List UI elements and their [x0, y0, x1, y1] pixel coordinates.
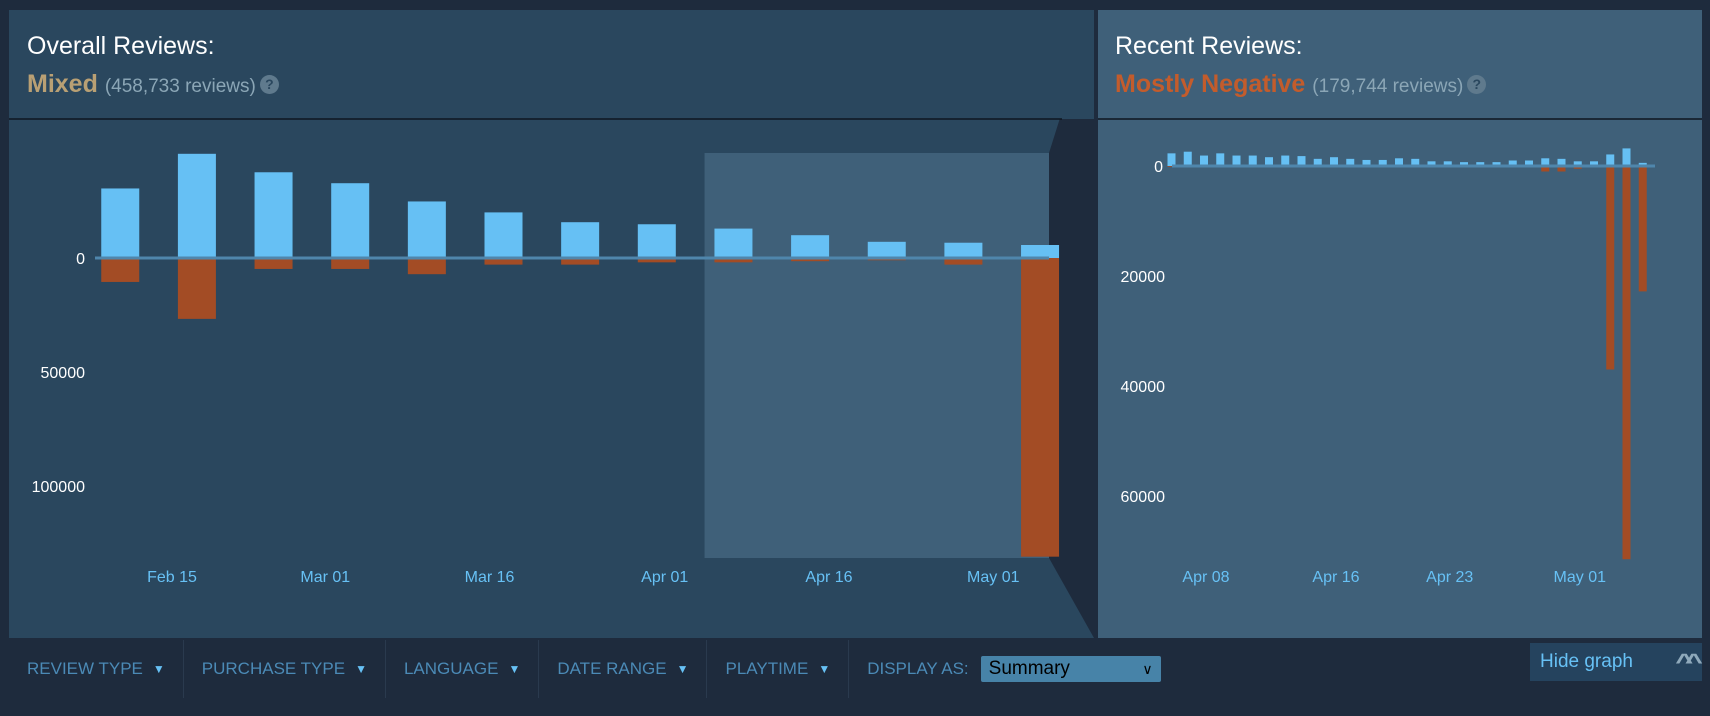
playtime-filter[interactable]: PLAYTIME ▼ [707, 640, 850, 698]
review-charts: 0 50000 100000 Feb 15 Mar 01 Mar 16 Apr 01 Apr … [9, 10, 1702, 638]
positive-bar [1183, 151, 1192, 166]
positive-bar [177, 153, 216, 258]
highlight-range [704, 153, 1049, 558]
negative-bar [1606, 166, 1615, 370]
positive-bar [637, 224, 676, 258]
hide-graph-label: Hide graph [1540, 651, 1633, 672]
positive-bar [1216, 153, 1225, 166]
positive-bar [1232, 155, 1241, 166]
language-filter[interactable]: LANGUAGE ▼ [386, 640, 540, 698]
positive-bar [1281, 155, 1290, 166]
overall-summary-label: Mixed [27, 70, 98, 98]
negative-bar [1021, 258, 1060, 557]
help-icon[interactable]: ? [259, 75, 279, 94]
y-tick-label: 40000 [1121, 379, 1166, 396]
x-tick-label: May 01 [967, 569, 1020, 586]
help-icon[interactable]: ? [1467, 75, 1487, 94]
date-range-label: DATE RANGE [557, 659, 667, 678]
x-tick-label: Apr 16 [805, 569, 852, 586]
positive-bar [791, 235, 830, 258]
purchase-type-filter[interactable]: PURCHASE TYPE ▼ [184, 640, 386, 698]
double-chevron-up-icon: ^^ [1675, 649, 1703, 674]
positive-bar [331, 183, 370, 258]
positive-bar [561, 222, 600, 258]
triangle-down-icon: ▼ [355, 662, 367, 676]
x-tick-label: May 01 [1554, 569, 1607, 586]
x-tick-label: Apr 16 [1312, 569, 1359, 586]
negative-bar [177, 258, 216, 319]
positive-bar [1248, 155, 1257, 166]
positive-bar [407, 201, 446, 258]
date-range-filter[interactable]: DATE RANGE ▼ [539, 640, 708, 698]
y-tick-label: 50000 [41, 365, 86, 382]
positive-bar [254, 172, 293, 258]
y-tick-label: 0 [76, 251, 85, 268]
positive-bar [484, 212, 523, 258]
overall-header-bg [9, 10, 1094, 119]
x-tick-label: Apr 08 [1182, 569, 1229, 586]
playtime-label: PLAYTIME [725, 659, 809, 678]
x-tick-label: Mar 16 [465, 569, 515, 586]
triangle-down-icon: ▼ [508, 662, 521, 676]
display-as-value: Summary [988, 658, 1070, 679]
language-label: LANGUAGE [403, 659, 499, 678]
negative-bar [254, 258, 293, 269]
negative-bar [1638, 166, 1647, 292]
y-tick-label: 20000 [1121, 269, 1166, 286]
display-as-select[interactable]: Summary ∨ [980, 656, 1161, 682]
chevron-down-icon: ∨ [1142, 660, 1153, 677]
positive-bar [714, 228, 753, 258]
y-tick-label: 100000 [32, 479, 85, 496]
negative-bar [331, 258, 370, 269]
display-as-filter: DISPLAY AS: Summary ∨ [849, 640, 1178, 698]
positive-bar [867, 241, 906, 258]
negative-bar [1622, 166, 1631, 560]
x-tick-label: Feb 15 [147, 569, 197, 586]
filter-bar: REVIEW TYPE ▼ PURCHASE TYPE ▼ LANGUAGE ▼ DA… [9, 640, 1702, 698]
positive-bar [1021, 245, 1060, 258]
recent-reviews-title: Recent Reviews: [1115, 32, 1303, 60]
positive-bar [1606, 154, 1615, 166]
x-tick-label: Apr 01 [641, 569, 688, 586]
x-tick-label: Mar 01 [300, 569, 350, 586]
positive-bar [1167, 153, 1176, 166]
positive-bar [1200, 155, 1208, 166]
recent-summary: Mostly Negative (179,744 reviews)? [1115, 70, 1487, 99]
negative-bar [407, 258, 446, 275]
y-tick-label: 0 [1154, 159, 1163, 176]
triangle-down-icon: ▼ [818, 662, 831, 676]
hide-graph-button[interactable]: Hide graph ^^ [1530, 643, 1703, 681]
purchase-type-label: PURCHASE TYPE [201, 659, 346, 678]
positive-bar [101, 188, 140, 258]
overall-review-count: (458,733 reviews) [104, 76, 256, 97]
triangle-down-icon: ▼ [676, 662, 689, 676]
triangle-down-icon: ▼ [152, 662, 165, 676]
y-tick-label: 60000 [1121, 489, 1166, 506]
overall-summary: Mixed (458,733 reviews)? [27, 70, 279, 99]
recent-review-count: (179,744 reviews) [1312, 76, 1464, 97]
display-as-label: DISPLAY AS: [867, 659, 969, 678]
negative-bar [101, 258, 140, 282]
positive-bar [1622, 148, 1631, 166]
recent-summary-label: Mostly Negative [1115, 70, 1306, 98]
review-type-label: REVIEW TYPE [27, 659, 143, 678]
review-type-filter[interactable]: REVIEW TYPE ▼ [9, 640, 184, 698]
overall-reviews-title: Overall Reviews: [27, 32, 215, 60]
positive-bar [944, 242, 983, 258]
x-tick-label: Apr 23 [1426, 569, 1473, 586]
